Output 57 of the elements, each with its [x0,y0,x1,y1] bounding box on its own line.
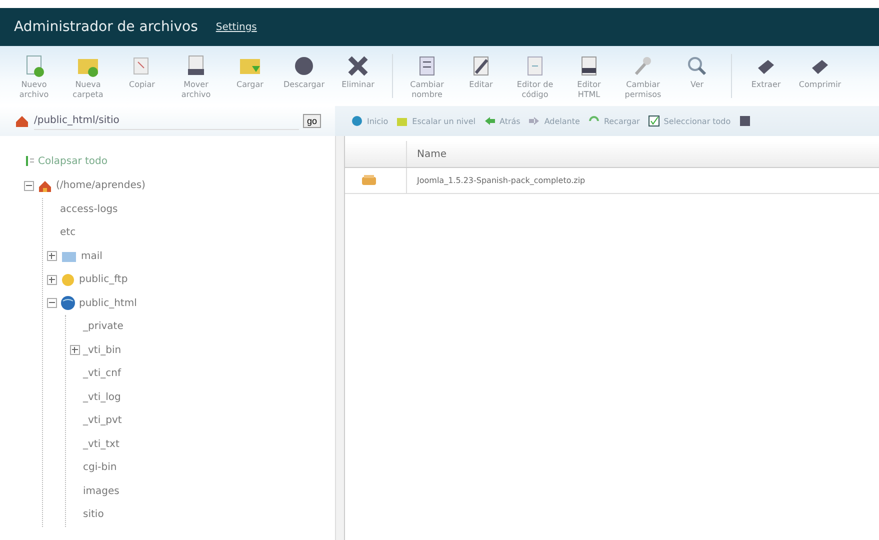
tree-item[interactable]: _vti_log [83,392,121,403]
nav-link[interactable]: Seleccionar todo [648,115,731,127]
nav-link[interactable]: Escalar un nivel [396,115,476,127]
arrow-right-icon [528,115,540,127]
tree-item[interactable]: images [83,486,120,497]
magnifier-icon [685,54,709,78]
nav-link[interactable]: Inicio [351,115,388,127]
column-header[interactable]: Name [406,141,879,168]
tree-item[interactable]: _private [83,321,124,332]
toolbar-button[interactable]: Editor de código [515,54,555,100]
collapse-toggle[interactable] [24,180,34,191]
tree-item[interactable]: sitio [83,509,104,520]
tree-item[interactable]: _vti_pvt [83,415,122,426]
toolbar-button[interactable]: Cambiar nombre [407,54,447,100]
folder-icon [396,115,408,127]
toolbar-button[interactable]: Eliminar [338,54,378,90]
tree-item[interactable]: access-logs [60,204,118,215]
toolbar-button[interactable]: Cambiar permisos [623,54,663,100]
window-title: Administrador de archivos [14,19,198,35]
nav-link[interactable]: Adelante [528,115,580,127]
toolbar-button[interactable]: Comprimir [800,54,840,90]
toolbar-button[interactable]: Mover archivo [176,54,216,100]
tree-item[interactable]: cgi-bin [83,462,117,474]
file-name[interactable]: Joomla_1.5.23-Spanish-pack_completo.zip [406,168,879,194]
go-button[interactable]: go [302,114,321,128]
nav-link[interactable]: Recargar [588,115,640,127]
arrow-left-icon [484,115,496,127]
tree-item[interactable]: _vti_txt [83,438,120,450]
tree-item[interactable]: public_html [79,298,137,309]
toolbar-button[interactable]: Ver [677,54,717,90]
square-icon [738,115,751,127]
collapse-all-link[interactable]: Colapsar todo [38,156,108,166]
expand-toggle[interactable] [47,274,57,285]
toolbar-button[interactable]: Descargar [284,54,324,90]
expand-toggle[interactable] [70,345,80,356]
toolbar-button[interactable]: Editar [461,54,501,90]
toolbar-button[interactable]: Cargar [230,54,270,90]
toolbar-button[interactable]: Editor HTML [569,54,609,100]
collapse-icon [24,155,34,167]
path-field[interactable]: /public_html/sitio [34,112,299,130]
checkbox-icon [648,115,660,127]
settings-link[interactable]: Settings [216,22,257,32]
tree-item[interactable]: mail [81,250,102,262]
tree-item[interactable]: public_ftp [79,274,128,286]
tree-item[interactable]: _vti_bin [83,344,122,356]
cross-icon [346,54,370,78]
toolbar-button[interactable]: Copiar [122,54,162,90]
house-icon [14,113,30,129]
nav-link[interactable]: Atrás [484,115,520,127]
toolbar-button[interactable]: Nueva carpeta [68,54,108,100]
toolbar-button[interactable]: Nuevo archivo [14,54,54,100]
tree-item[interactable]: etc [60,227,76,238]
tree-item[interactable]: _vti_cnf [83,368,121,380]
collapse-toggle[interactable] [47,298,57,308]
tree-item[interactable]: (/home/aprendes) [56,180,146,192]
toolbar-button[interactable]: Extraer [746,54,786,90]
expand-toggle[interactable] [47,251,57,262]
